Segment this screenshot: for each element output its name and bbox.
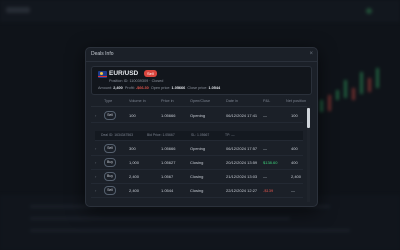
expanded-deal-details: Deal ID: 1634347563 Bid Price: 1.05667 S… (95, 131, 303, 141)
currency-pair: EUR/USD (109, 70, 139, 77)
volume-cell: 300 (129, 146, 136, 151)
header-open-close: Open/Close (190, 99, 211, 103)
chevron-right-icon: › (95, 160, 97, 165)
open-close-cell: Closing (190, 188, 204, 193)
background-price-chart (310, 60, 400, 200)
type-badge[interactable]: Buy (104, 158, 116, 167)
open-close-cell: Opening (190, 113, 206, 118)
price-cell: 1.05666 (161, 146, 176, 151)
price-cell: 1.0567 (161, 174, 174, 179)
open-close-cell: Closing (190, 174, 204, 179)
header-net-position: Net position (286, 99, 307, 103)
chevron-right-icon: › (95, 188, 97, 193)
pnl-cell: — (263, 146, 267, 151)
amount-value: 2,400 (113, 86, 123, 90)
bid-price: Bid Price: 1.05667 (147, 133, 175, 137)
table-header: Type Volume in Price in Open/Close Date … (91, 96, 310, 107)
header-price: Price in (161, 99, 174, 103)
date-cell: 06/12/2024 17:57 (226, 146, 258, 151)
chevron-right-icon: › (95, 113, 97, 118)
volume-cell: 2,400 (129, 188, 140, 193)
open-close-cell: Closing (190, 160, 204, 165)
pnl-cell: -$139 (263, 188, 274, 193)
volume-cell: 2,400 (129, 174, 140, 179)
side-badge: Sell (144, 70, 157, 77)
close-price-label: Close price: (187, 86, 208, 90)
volume-cell: 100 (129, 113, 136, 118)
volume-cell: 1,000 (129, 160, 140, 165)
date-cell: 06/12/2024 17:41 (226, 113, 258, 118)
table-row[interactable]: › Sell 100 1.05666 Opening 06/12/2024 17:41 — 1… (91, 108, 303, 123)
price-cell: 1.05666 (161, 113, 176, 118)
type-badge[interactable]: Sell (104, 186, 116, 195)
pnl-cell: — (263, 113, 267, 118)
open-price-label: Open price: (150, 86, 171, 90)
pnl-cell: $138.60 (263, 160, 278, 165)
profit-value: -$66.30 (135, 86, 149, 90)
net-position-cell: — (291, 188, 295, 193)
date-cell: 20/12/2024 13:59 (226, 160, 258, 165)
app-logo (6, 7, 30, 13)
close-icon[interactable]: × (309, 50, 313, 58)
pnl-cell: — (263, 174, 267, 179)
table-row[interactable]: › Sell 2,400 1.0544 Closing 22/12/2024 12:27-… (91, 183, 303, 198)
chevron-right-icon: › (95, 174, 97, 179)
stop-loss: SL: 1.05667 (191, 133, 210, 137)
take-profit: TP: — (225, 133, 235, 137)
close-price-value: 1.0544 (208, 86, 221, 90)
app-top-bar (0, 0, 400, 22)
position-summary: EUR/USD Sell Position ID: 110039309 · Cl… (91, 66, 312, 95)
amount-label: Amount: (98, 86, 113, 90)
header-pnl: P&L (263, 99, 271, 103)
table-row[interactable]: › Sell 300 1.05666 Opening 06/12/2024 17:57 — 4… (91, 141, 303, 156)
type-badge[interactable]: Buy (104, 172, 116, 181)
chevron-right-icon: › (95, 146, 97, 151)
deal-id: Deal ID: 1634347563 (101, 133, 134, 137)
price-cell: 1.05627 (161, 160, 176, 165)
type-badge[interactable]: Sell (104, 144, 116, 153)
table-row[interactable]: › Buy 1,000 1.05627 Closing 20/12/2024 13:59 $… (91, 155, 303, 170)
header-type: Type (104, 99, 113, 103)
position-stats: Amount: 2,400 Profit: -$66.30 Open price… (98, 86, 220, 90)
type-badge[interactable]: Sell (104, 111, 116, 120)
eu-flag-icon (98, 71, 107, 78)
date-cell: 22/12/2024 12:27 (226, 188, 258, 193)
price-cell: 1.0544 (161, 188, 174, 193)
position-id-line: Position ID: 110039309 · Closed (109, 79, 164, 83)
header-date: Date in (226, 99, 239, 103)
header-volume: Volume in (129, 99, 146, 103)
modal-header: Deals Info × (86, 48, 317, 62)
net-position-cell: 100 (291, 113, 298, 118)
net-position-cell: 400 (291, 146, 298, 151)
date-cell: 21/12/2024 13:03 (226, 174, 258, 179)
profit-label: Profit: (124, 86, 135, 90)
scrollbar-thumb[interactable] (307, 108, 310, 128)
open-close-cell: Opening (190, 146, 206, 151)
modal-title: Deals Info (91, 51, 114, 57)
open-price-value: 1.05666 (171, 86, 186, 90)
deals-info-modal: Deals Info × EUR/USD Sell Position ID: 1… (85, 47, 318, 207)
net-position-cell: 2,400 (291, 174, 302, 179)
status-dot (366, 8, 372, 14)
deals-table: Type Volume in Price in Open/Close Date … (91, 96, 310, 202)
table-row[interactable]: › Buy 2,400 1.0567 Closing 21/12/2024 13:03 — 2… (91, 169, 303, 184)
net-position-cell: 400 (291, 160, 298, 165)
